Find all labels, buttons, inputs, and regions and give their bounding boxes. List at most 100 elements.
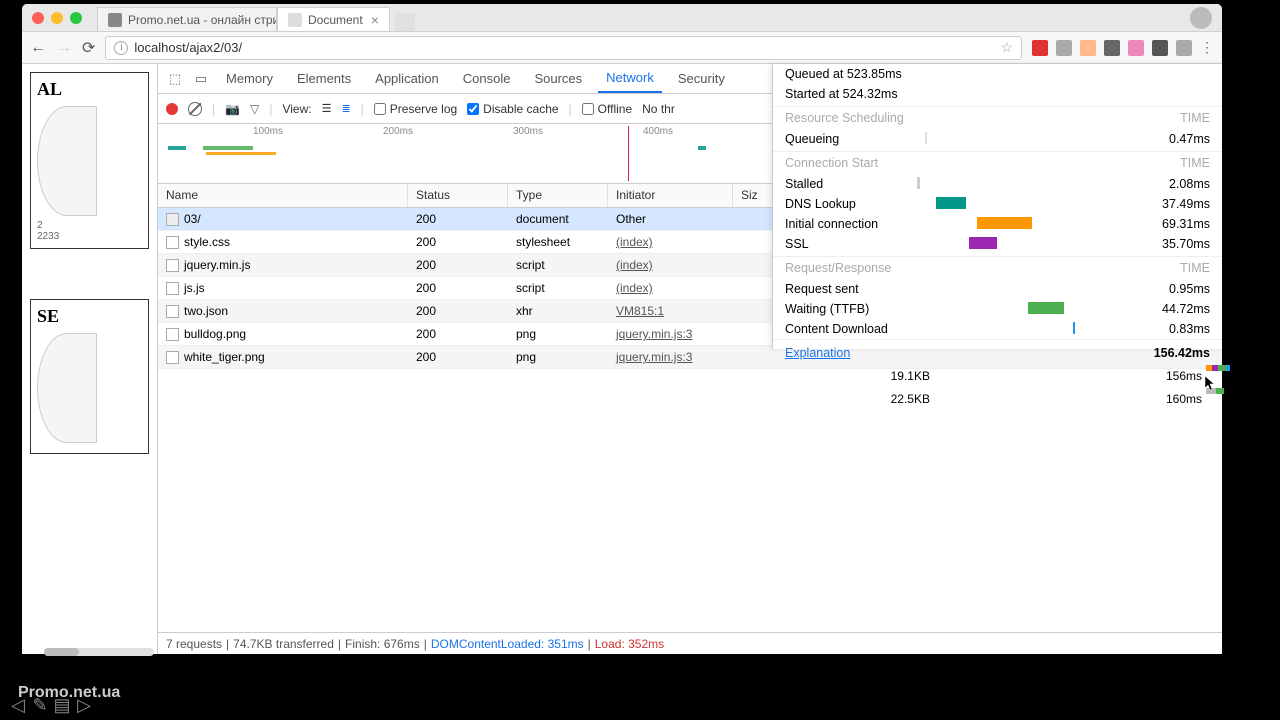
timing-ssl: SSL [785,237,809,251]
back-button[interactable]: ← [30,39,46,57]
nav-arrows: ◁ ✎ ▤ ▷ [8,695,94,715]
nav-edit-icon[interactable]: ✎ [30,695,50,715]
card-image [37,106,97,216]
browser-window: Promo.net.ua - онлайн стрим × Document ×… [22,4,1222,654]
timeline-tick: 100ms [253,126,283,137]
browser-tab[interactable]: Promo.net.ua - онлайн стрим × [97,7,277,31]
view-large-icon[interactable]: ≣ [341,102,350,115]
extension-icons: ⋮ [1032,39,1214,56]
overview-bar [203,146,253,150]
minimize-window-button[interactable] [51,12,63,24]
extension-icon[interactable] [1032,40,1048,56]
file-icon [166,305,179,318]
maximize-window-button[interactable] [70,12,82,24]
close-tab-icon[interactable]: × [371,12,379,28]
col-initiator[interactable]: Initiator [608,184,733,207]
timing-dns: DNS Lookup [785,197,856,211]
disable-cache-checkbox[interactable]: Disable cache [467,102,558,116]
nav-list-icon[interactable]: ▤ [52,695,72,715]
filter-icon[interactable]: ▽ [250,102,259,116]
timing-explanation-link[interactable]: Explanation [785,346,850,360]
overview-bar [698,146,706,150]
view-label: View: [282,102,311,116]
bookmark-icon[interactable]: ☆ [1000,39,1013,56]
tab-title: Promo.net.ua - онлайн стрим [128,13,277,27]
record-button[interactable] [166,103,178,115]
section-scheduling: Resource Scheduling [785,111,904,125]
mouse-cursor [1205,376,1217,392]
extension-icon[interactable] [1128,40,1144,56]
info-icon[interactable]: i [114,41,128,55]
overview-bar [206,152,276,155]
section-connection: Connection Start [785,156,878,170]
menu-icon[interactable]: ⋮ [1200,39,1214,56]
page-viewport: AL 2 2233 SE [22,64,157,654]
window-titlebar: Promo.net.ua - онлайн стрим × Document × [22,4,1222,32]
tab-security[interactable]: Security [670,65,733,92]
file-icon [166,259,179,272]
col-status[interactable]: Status [408,184,508,207]
extra-row: 22.5KB 160ms [790,387,1222,410]
horizontal-scrollbar[interactable] [44,648,154,656]
throttle-select[interactable]: No thr [642,102,675,116]
extension-icon[interactable] [1152,40,1168,56]
clear-button[interactable] [188,102,202,116]
file-icon [166,351,179,364]
col-name[interactable]: Name [158,184,408,207]
device-mode-icon[interactable]: ▭ [192,70,210,88]
tab-memory[interactable]: Memory [218,65,281,92]
url-input[interactable]: i localhost/ajax2/03/ ☆ [105,36,1022,60]
extension-icon[interactable] [1056,40,1072,56]
reload-button[interactable]: ⟳ [82,38,95,58]
view-list-icon[interactable]: ☰ [322,102,332,115]
nav-prev-icon[interactable]: ◁ [8,695,28,715]
file-icon [166,213,179,226]
tab-application[interactable]: Application [367,65,447,92]
extension-icon[interactable] [1104,40,1120,56]
forward-button[interactable]: → [56,39,72,57]
address-bar: ← → ⟳ i localhost/ajax2/03/ ☆ ⋮ [22,32,1222,64]
timing-stalled: Stalled [785,177,823,191]
status-load: Load: 352ms [595,637,664,651]
page-card: SE [30,299,149,454]
browser-tabs: Promo.net.ua - онлайн стрим × Document × [97,4,415,31]
preserve-log-checkbox[interactable]: Preserve log [374,102,457,116]
offline-checkbox[interactable]: Offline [582,102,632,116]
timing-queued: Queued at 523.85ms [785,67,902,81]
network-statusbar: 7 requests | 74.7KB transferred | Finish… [158,632,1222,654]
file-icon [166,282,179,295]
close-window-button[interactable] [32,12,44,24]
nav-next-icon[interactable]: ▷ [74,695,94,715]
profile-avatar[interactable] [1190,7,1212,29]
camera-icon[interactable]: 📷 [225,102,240,116]
timing-total: 156.42ms [1154,346,1210,360]
timing-initconn: Initial connection [785,217,878,231]
tab-title: Document [308,13,363,27]
timeline-tick: 300ms [513,126,543,137]
extension-icon[interactable] [1176,40,1192,56]
status-domcontentloaded: DOMContentLoaded: 351ms [431,637,584,651]
favicon-icon [108,13,122,27]
window-controls [32,12,82,24]
tab-elements[interactable]: Elements [289,65,359,92]
status-finish: Finish: 676ms [345,637,420,651]
timing-started: Started at 524.32ms [785,87,898,101]
new-tab-button[interactable] [395,13,415,31]
overview-bar [168,146,186,150]
file-icon [166,236,179,249]
file-icon [166,328,179,341]
extension-icon[interactable] [1080,40,1096,56]
tab-sources[interactable]: Sources [526,65,590,92]
tab-network[interactable]: Network [598,64,662,93]
timing-queueing: Queueing [785,132,839,146]
timing-panel: Queued at 523.85ms Started at 524.32ms R… [772,64,1222,349]
page-card: AL 2 2233 [30,72,149,249]
col-type[interactable]: Type [508,184,608,207]
url-text: localhost/ajax2/03/ [134,40,242,55]
browser-tab-active[interactable]: Document × [277,7,390,31]
tab-console[interactable]: Console [455,65,519,92]
timeline-tick: 400ms [643,126,673,137]
timing-download: Content Download [785,322,888,336]
card-value: 2 [37,220,142,231]
inspect-icon[interactable]: ⬚ [166,70,184,88]
